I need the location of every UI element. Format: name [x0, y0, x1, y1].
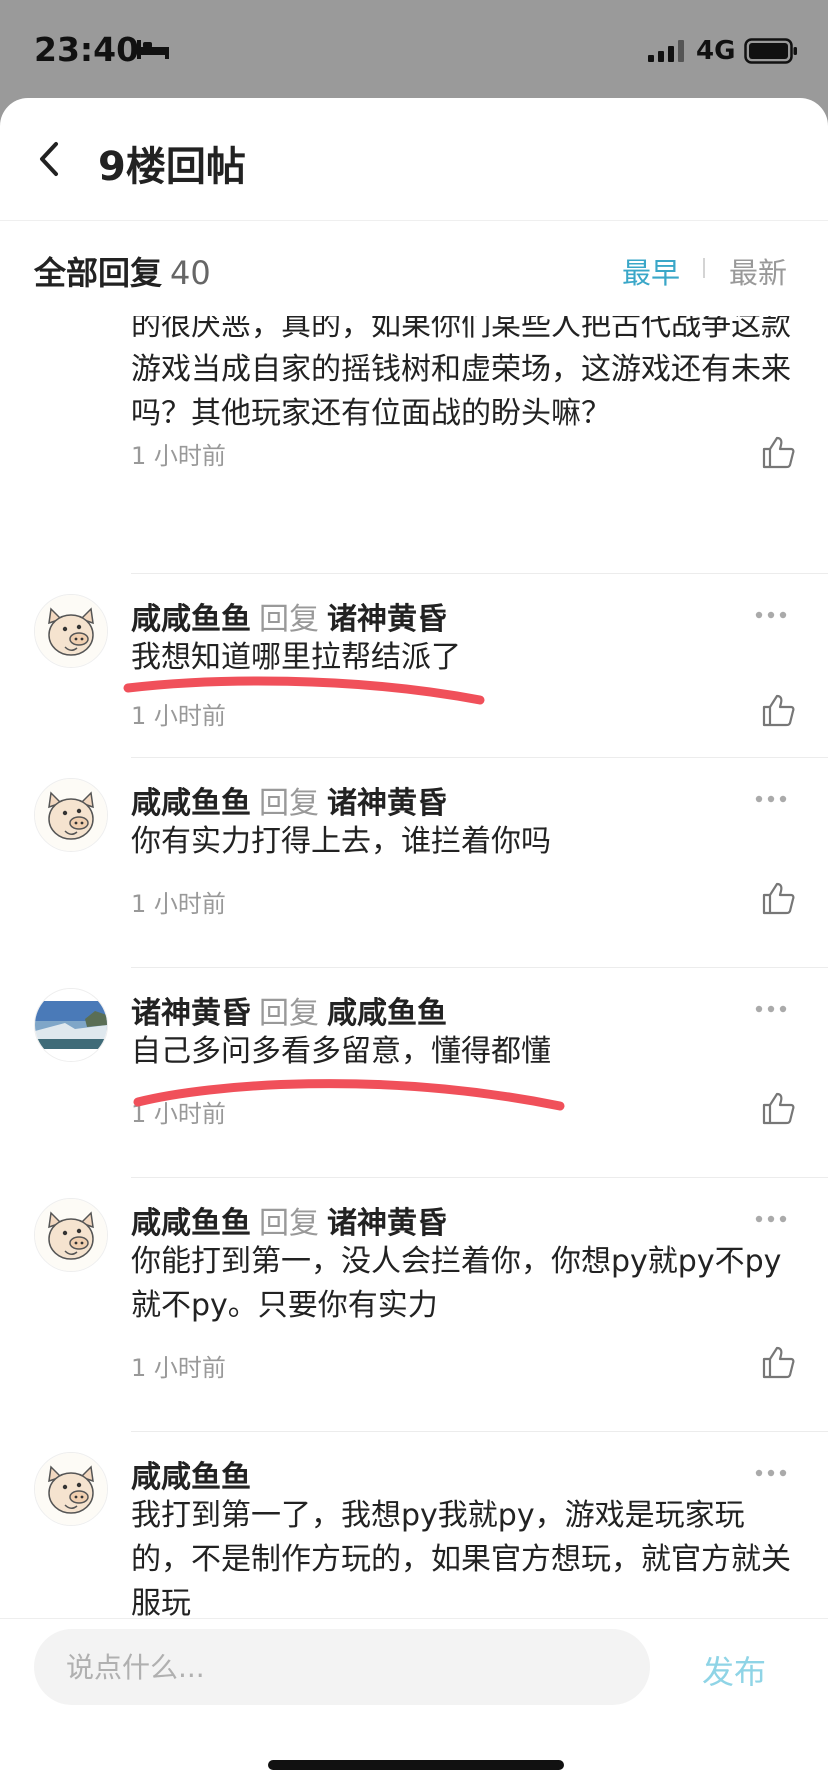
pig-face-icon: [35, 1199, 107, 1271]
sort-latest-tab[interactable]: 最新: [729, 250, 787, 292]
comment-input[interactable]: [34, 1629, 650, 1705]
home-indicator[interactable]: [268, 1760, 564, 1770]
comment-author[interactable]: 咸咸鱼鱼: [131, 1460, 251, 1495]
nav-bar: 9楼回帖: [0, 98, 828, 221]
comment-text: 我想知道哪里拉帮结派了: [131, 640, 461, 675]
reply-sheet: 9楼回帖 全部回复 40 最早 最新 的很厌恶，真的，如果你们某些人把古代战争这款…: [0, 98, 828, 1792]
comment-meta: 咸咸鱼鱼 回复 诸神黄昏: [131, 778, 447, 822]
sort-earliest-tab[interactable]: 最早: [622, 250, 680, 292]
comment-input-bar: 发布: [0, 1618, 828, 1719]
comment-item: 咸咸鱼鱼 回复 诸神黄昏 你能打到第一，没人会拦着你，你想py就py不py就不py。…: [0, 1178, 828, 1432]
pig-face-icon: [35, 779, 107, 851]
comment-meta: 咸咸鱼鱼: [131, 1452, 251, 1496]
waterfall-avatar[interactable]: [34, 988, 108, 1062]
waterfall-photo-icon: [35, 989, 107, 1061]
like-icon[interactable]: [760, 434, 796, 470]
reply-target[interactable]: 诸神黄昏: [327, 602, 447, 637]
comment-time: 1 小时前: [131, 890, 226, 918]
sort-divider: [703, 258, 705, 278]
comment-list: 的很厌恶，真的，如果你们某些人把古代战争这款游戏当成自家的摇钱树和虚荣场，这游戏…: [0, 316, 828, 1718]
pig-avatar[interactable]: [34, 1452, 108, 1526]
comment-meta: 诸神黄昏 回复 咸咸鱼鱼: [131, 988, 447, 1032]
comment-meta: 咸咸鱼鱼 回复 诸神黄昏: [131, 1198, 447, 1242]
network-type: 4G: [696, 36, 736, 66]
reply-label: 回复: [259, 1206, 319, 1241]
like-icon[interactable]: [760, 880, 796, 916]
comment-author[interactable]: 诸神黄昏: [131, 996, 251, 1031]
more-options-icon[interactable]: [754, 794, 788, 804]
pig-avatar[interactable]: [34, 1198, 108, 1272]
replies-heading-label: 全部回复: [34, 254, 163, 292]
comment-meta: 咸咸鱼鱼 回复 诸神黄昏: [131, 594, 447, 638]
signal-strength-icon: [648, 40, 684, 62]
pig-face-icon: [35, 1453, 107, 1525]
reply-label: 回复: [259, 602, 319, 637]
reply-target[interactable]: 诸神黄昏: [327, 786, 447, 821]
comment-author[interactable]: 咸咸鱼鱼: [131, 1206, 251, 1241]
comment-text: 我打到第一了，我想py我就py，游戏是玩家玩的，不是制作方玩的，如果官方想玩，就…: [131, 1498, 791, 1621]
reply-label: 回复: [259, 996, 319, 1031]
comment-text: 的很厌恶，真的，如果你们某些人把古代战争这款游戏当成自家的摇钱树和虚荣场，这游戏…: [131, 316, 791, 431]
back-arrow-icon[interactable]: [30, 136, 70, 182]
replies-heading: 全部回复 40: [34, 248, 211, 294]
comment-text: 你有实力打得上去，谁拦着你吗: [131, 824, 551, 859]
more-options-icon[interactable]: [754, 610, 788, 620]
more-options-icon[interactable]: [754, 1468, 788, 1478]
like-icon[interactable]: [760, 1344, 796, 1380]
comment-time: 1 小时前: [131, 1354, 226, 1382]
comment-item: 咸咸鱼鱼 回复 诸神黄昏 我想知道哪里拉帮结派了 1 小时前: [0, 574, 828, 758]
comment-item: 的很厌恶，真的，如果你们某些人把古代战争这款游戏当成自家的摇钱树和虚荣场，这游戏…: [0, 316, 828, 574]
replies-count: 40: [170, 254, 211, 292]
comment-text: 自己多问多看多留意，懂得都懂: [131, 1034, 551, 1069]
reply-target[interactable]: 咸咸鱼鱼: [327, 996, 447, 1031]
status-bar: 23:40 4G: [0, 0, 828, 96]
comment-item: 咸咸鱼鱼 回复 诸神黄昏 你有实力打得上去，谁拦着你吗 1 小时前: [0, 758, 828, 968]
like-icon[interactable]: [760, 1090, 796, 1126]
replies-header: 全部回复 40 最早 最新: [0, 220, 828, 316]
comment-time: 1 小时前: [131, 442, 226, 470]
comment-item: 诸神黄昏 回复 咸咸鱼鱼 自己多问多看多留意，懂得都懂 1 小时前: [0, 968, 828, 1178]
pig-avatar[interactable]: [34, 594, 108, 668]
reply-target[interactable]: 诸神黄昏: [327, 1206, 447, 1241]
comment-time: 1 小时前: [131, 1100, 226, 1128]
pig-avatar[interactable]: [34, 778, 108, 852]
sleep-mode-icon: [137, 40, 169, 59]
comment-author[interactable]: 咸咸鱼鱼: [131, 602, 251, 637]
comment-author[interactable]: 咸咸鱼鱼: [131, 786, 251, 821]
like-icon[interactable]: [760, 692, 796, 728]
pig-face-icon: [35, 595, 107, 667]
comment-text: 你能打到第一，没人会拦着你，你想py就py不py就不py。只要你有实力: [131, 1244, 782, 1323]
battery-icon: [744, 38, 797, 64]
status-time: 23:40: [34, 30, 140, 69]
comment-time: 1 小时前: [131, 702, 226, 730]
more-options-icon[interactable]: [754, 1004, 788, 1014]
page-title: 9楼回帖: [98, 144, 246, 190]
publish-button[interactable]: 发布: [702, 1647, 766, 1693]
more-options-icon[interactable]: [754, 1214, 788, 1224]
reply-label: 回复: [259, 786, 319, 821]
